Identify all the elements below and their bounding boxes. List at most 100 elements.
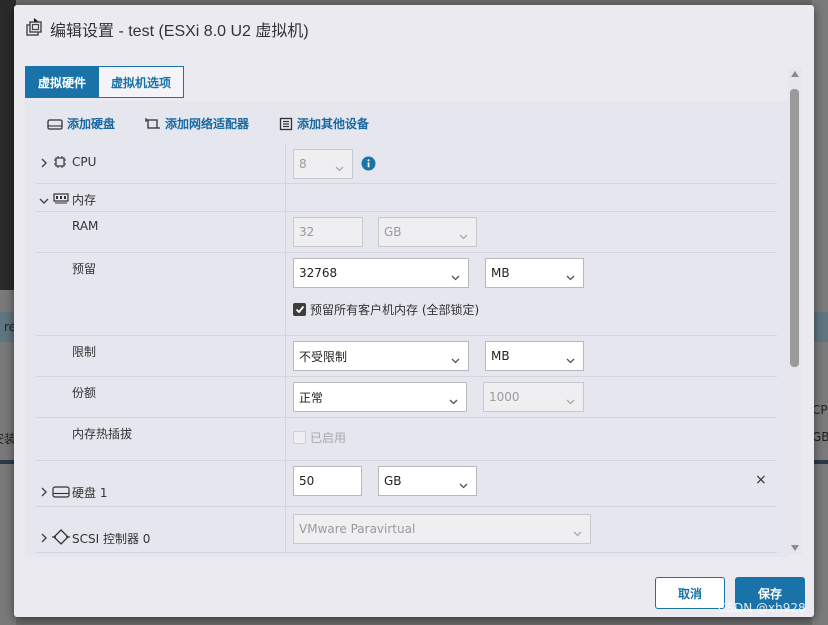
info-icon[interactable] <box>361 156 376 174</box>
reserve-all-label: 预留所有客户机内存 (全部锁定) <box>310 303 480 317</box>
hard-disk-unit-value: GB <box>384 474 402 488</box>
limit-row: 限制 不受限制 MB <box>36 336 777 377</box>
shares-value-cell: 正常 1000 <box>286 377 777 417</box>
reservation-unit-value: MB <box>491 266 510 280</box>
memory-hotplug-label: 内存热插拔 <box>72 427 133 441</box>
vm-icon <box>24 19 44 39</box>
hard-disk-size-input[interactable]: 50 <box>293 466 362 496</box>
edit-settings-dialog: 编辑设置 - test (ESXi 8.0 U2 虚拟机) 虚拟硬件 虚拟机选项… <box>14 5 814 617</box>
limit-label-cell: 限制 <box>36 336 286 376</box>
background-right-teal-bar <box>812 312 828 342</box>
memory-label: 内存 <box>72 193 97 207</box>
memory-hotplug-label-cell: 内存热插拔 <box>36 418 286 460</box>
chevron-down-icon <box>459 229 468 243</box>
chevron-down-icon <box>451 353 460 367</box>
tab-virtual-hardware[interactable]: 虚拟硬件 <box>25 66 100 98</box>
dialog-title: 编辑设置 - test (ESXi 8.0 U2 虚拟机) <box>50 23 309 40</box>
shares-label: 份额 <box>72 386 97 400</box>
chevron-down-icon[interactable] <box>39 194 49 208</box>
chevron-down-icon <box>573 526 582 540</box>
chevron-right-icon[interactable] <box>40 532 48 546</box>
tab-vm-options[interactable]: 虚拟机选项 <box>99 66 185 98</box>
add-other-device-label: 添加其他设备 <box>297 117 370 131</box>
shares-row: 份额 正常 1000 <box>36 377 777 418</box>
cancel-button[interactable]: 取消 <box>655 577 725 609</box>
reservation-value: 32768 <box>299 266 338 280</box>
memory-hotplug-value-cell: 已启用 <box>286 418 777 460</box>
memory-hotplug-row: 内存热插拔 已启用 <box>36 418 777 461</box>
reservation-label-cell: 预留 <box>36 253 286 335</box>
cpu-value-cell: 8 <box>286 143 777 183</box>
chevron-down-icon <box>449 394 458 408</box>
content-scrollbar[interactable] <box>788 67 802 555</box>
scsi-value-cell: VMware Paravirtual <box>286 507 777 552</box>
shares-label-cell: 份额 <box>36 377 286 417</box>
remove-hard-disk-close-icon[interactable]: × <box>755 472 767 488</box>
scsi-type-value: VMware Paravirtual <box>299 522 416 536</box>
ram-row: RAM 32 GB <box>36 212 777 253</box>
memory-icon <box>53 192 69 207</box>
network-adapter-icon <box>145 117 161 131</box>
reservation-input[interactable]: 32768 <box>293 258 469 288</box>
limit-unit-value: MB <box>491 349 510 363</box>
scroll-up-icon[interactable] <box>791 71 799 77</box>
memory-label-cell: 内存 <box>36 184 286 211</box>
shares-amount-select[interactable]: 1000 <box>483 382 584 412</box>
memory-hotplug-checkbox-row[interactable]: 已启用 <box>293 429 346 446</box>
chevron-down-icon <box>459 478 468 492</box>
hard-disk-icon <box>52 485 70 501</box>
hard-disk-label-cell: 硬盘 1 <box>36 461 286 506</box>
add-hard-disk-button[interactable]: 添加硬盘 <box>47 115 115 132</box>
reservation-row: 预留 32768 MB 预留所有客户机内存 (全部锁定) <box>36 253 777 336</box>
chevron-down-icon <box>335 161 344 175</box>
cpu-count-select[interactable]: 8 <box>293 149 353 179</box>
ram-unit-value: GB <box>384 225 402 239</box>
memory-hotplug-checkbox[interactable] <box>293 431 306 444</box>
scroll-down-icon[interactable] <box>791 545 799 551</box>
ram-size-input[interactable]: 32 <box>293 217 363 247</box>
cpu-row: CPU 8 <box>36 143 777 184</box>
add-network-adapter-label: 添加网络适配器 <box>165 117 250 131</box>
add-hard-disk-label: 添加硬盘 <box>67 117 116 131</box>
cpu-chip-icon <box>53 155 67 172</box>
chevron-right-icon[interactable] <box>40 157 48 171</box>
shares-select[interactable]: 正常 <box>293 382 467 412</box>
limit-value: 不受限制 <box>299 349 348 364</box>
chevron-down-icon <box>566 270 575 284</box>
memory-value-cell <box>286 184 777 211</box>
limit-label: 限制 <box>72 345 97 359</box>
ram-value-cell: 32 GB <box>286 212 777 252</box>
add-other-device-button[interactable]: 添加其他设备 <box>279 115 369 132</box>
hard-disk-row: 硬盘 1 50 GB × <box>36 461 777 507</box>
other-device-icon <box>279 117 293 131</box>
scsi-type-select[interactable]: VMware Paravirtual <box>293 514 591 544</box>
limit-select[interactable]: 不受限制 <box>293 341 469 371</box>
reserve-all-checkbox-row[interactable]: 预留所有客户机内存 (全部锁定) <box>293 301 479 318</box>
scsi-label: SCSI 控制器 0 <box>72 532 151 546</box>
cpu-count-value: 8 <box>299 157 307 171</box>
memory-row: 内存 <box>36 184 777 212</box>
hard-disk-unit-select[interactable]: GB <box>378 466 477 496</box>
ram-label-cell: RAM <box>36 212 286 252</box>
limit-value-cell: 不受限制 MB <box>286 336 777 376</box>
background-right-line <box>812 460 828 464</box>
tab-bar: 虚拟硬件 虚拟机选项 <box>25 66 185 98</box>
scsi-label-cell: SCSI 控制器 0 <box>36 507 286 552</box>
dialog-footer: 取消 保存 <box>14 557 814 617</box>
hard-disk-value-cell: 50 GB × <box>286 461 777 506</box>
reservation-unit-select[interactable]: MB <box>485 258 584 288</box>
reservation-value-cell: 32768 MB 预留所有客户机内存 (全部锁定) <box>286 253 777 335</box>
reserve-all-checkbox[interactable] <box>293 303 306 316</box>
cpu-label: CPU <box>72 155 97 169</box>
chevron-right-icon[interactable] <box>40 486 48 500</box>
limit-unit-select[interactable]: MB <box>485 341 584 371</box>
scroll-thumb[interactable] <box>790 89 799 367</box>
ram-unit-select[interactable]: GB <box>378 217 477 247</box>
hard-disk-size-value: 50 <box>299 474 315 488</box>
memory-hotplug-checkbox-label: 已启用 <box>310 431 347 445</box>
cpu-label-cell: CPU <box>36 143 286 183</box>
dialog-header: 编辑设置 - test (ESXi 8.0 U2 虚拟机) <box>14 5 814 53</box>
scsi-controller-icon <box>52 528 70 549</box>
add-network-adapter-button[interactable]: 添加网络适配器 <box>145 115 249 132</box>
chevron-down-icon <box>451 270 460 284</box>
